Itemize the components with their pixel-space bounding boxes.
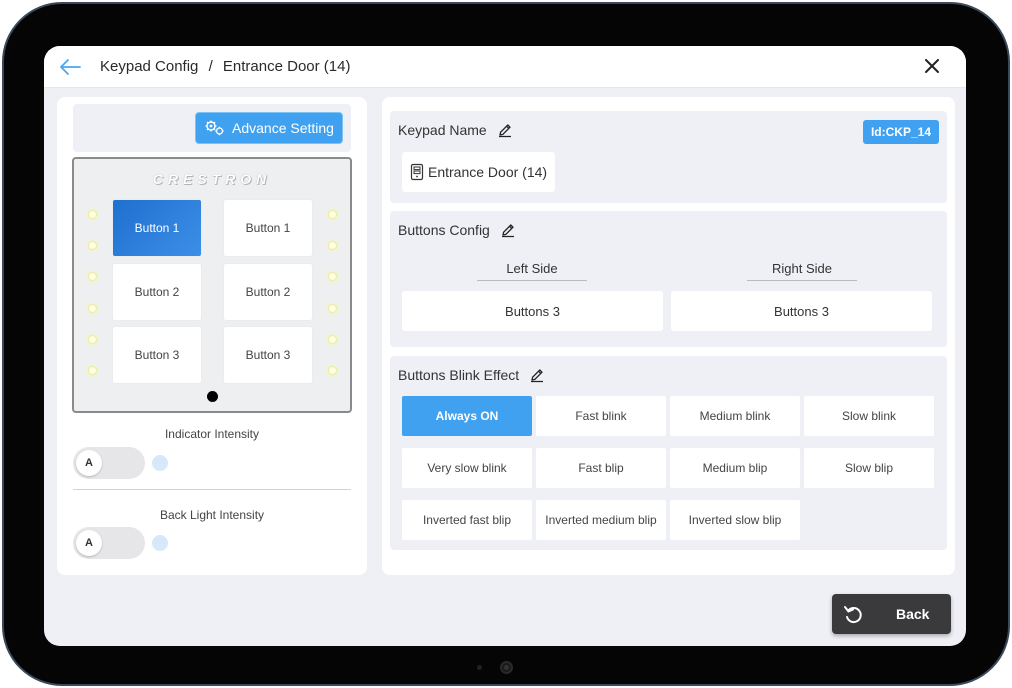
indicator-intensity-dot <box>152 455 168 471</box>
blink-option-inverted-fast-blip[interactable]: Inverted fast blip <box>402 500 532 540</box>
led-indicator <box>328 335 337 344</box>
backlight-intensity-toggle[interactable]: A <box>73 527 145 559</box>
keypad-name-value: Entrance Door (14) <box>428 164 548 180</box>
breadcrumb-separator: / <box>208 58 213 75</box>
keypad-brand: CRESTRON <box>152 171 272 187</box>
right-side-label: Right Side <box>747 261 857 281</box>
keypad-button-left-1[interactable]: Button 1 <box>113 200 201 256</box>
edit-pencil-icon[interactable] <box>497 122 513 138</box>
right-side-buttons-select[interactable]: Buttons 3 <box>671 291 932 331</box>
led-indicator <box>328 241 337 250</box>
keypad-button-left-2[interactable]: Button 2 <box>113 264 201 320</box>
blink-effect-title: Buttons Blink Effect <box>398 367 520 383</box>
keypad-id-badge: Id:CKP_14 <box>862 120 939 144</box>
led-indicator <box>88 272 97 281</box>
keypad-preview-panel: Advance Setting CRESTRON Button 1 Button… <box>57 97 367 575</box>
sensor-dot <box>477 665 482 670</box>
keypad-name-title: Keypad Name <box>398 122 487 138</box>
indicator-toggle-knob: A <box>76 450 102 476</box>
left-side-label: Left Side <box>477 261 587 281</box>
keypad-name-field: Entrance Door (14) <box>402 152 556 192</box>
undo-icon <box>844 606 862 624</box>
keypad-button-left-3[interactable]: Button 3 <box>113 327 201 383</box>
led-indicator <box>88 241 97 250</box>
gears-icon <box>205 120 224 136</box>
buttons-config-section: Buttons Config Left Side Right Side Butt… <box>390 211 947 347</box>
led-indicator <box>88 366 97 375</box>
indicator-intensity-label: Indicator Intensity <box>164 427 260 441</box>
led-indicator <box>328 304 337 313</box>
breadcrumb-parent[interactable]: Keypad Config <box>100 58 198 75</box>
blink-option-slow-blink[interactable]: Slow blink <box>804 396 934 436</box>
blink-option-inverted-medium-blip[interactable]: Inverted medium blip <box>536 500 666 540</box>
breadcrumb-current: Entrance Door (14) <box>222 58 351 75</box>
keypad-device-icon <box>410 163 424 181</box>
breadcrumb: Keypad Config / Entrance Door (14) <box>100 58 350 75</box>
camera-lens <box>500 661 513 674</box>
keypad-button-right-1[interactable]: Button 1 <box>224 200 312 256</box>
blink-option-slow-blip[interactable]: Slow blip <box>804 448 934 488</box>
blink-option-always-on[interactable]: Always ON <box>402 396 532 436</box>
indicator-intensity-toggle[interactable]: A <box>73 447 145 479</box>
blink-option-inverted-slow-blip[interactable]: Inverted slow blip <box>670 500 800 540</box>
blink-effect-section: Buttons Blink Effect Always ON Fast blin… <box>390 356 947 550</box>
keypad-sensor-dot <box>207 391 218 402</box>
buttons-config-title: Buttons Config <box>398 222 490 238</box>
blink-option-fast-blink[interactable]: Fast blink <box>536 396 666 436</box>
led-indicator <box>88 210 97 219</box>
edit-pencil-icon[interactable] <box>500 222 516 238</box>
backlight-intensity-dot <box>152 535 168 551</box>
keypad-button-right-3[interactable]: Button 3 <box>224 327 312 383</box>
divider <box>73 489 351 490</box>
advance-setting-bar: Advance Setting <box>73 104 351 152</box>
back-button[interactable]: Back <box>832 594 951 634</box>
config-panel: Keypad Name Id:CKP_14 Entrance Door (14)… <box>382 97 955 575</box>
keypad-device: CRESTRON Button 1 Button 1 Button 2 Butt… <box>72 157 352 413</box>
led-indicator <box>328 272 337 281</box>
close-icon[interactable] <box>922 56 942 76</box>
led-indicator <box>328 366 337 375</box>
back-arrow-icon[interactable] <box>58 56 82 78</box>
backlight-toggle-knob: A <box>76 530 102 556</box>
keypad-name-title-row: Keypad Name <box>398 122 513 138</box>
app-screen: Keypad Config / Entrance Door (14) Advan… <box>44 46 966 646</box>
blink-effect-title-row: Buttons Blink Effect <box>398 367 545 383</box>
buttons-config-title-row: Buttons Config <box>398 222 516 238</box>
led-indicator <box>328 210 337 219</box>
top-bar: Keypad Config / Entrance Door (14) <box>44 46 966 88</box>
advance-setting-button[interactable]: Advance Setting <box>195 112 343 144</box>
led-indicator <box>88 304 97 313</box>
left-side-buttons-select[interactable]: Buttons 3 <box>402 291 663 331</box>
keypad-button-right-2[interactable]: Button 2 <box>224 264 312 320</box>
led-indicator <box>88 335 97 344</box>
keypad-name-section: Keypad Name Id:CKP_14 Entrance Door (14) <box>390 111 947 203</box>
edit-pencil-icon[interactable] <box>529 367 545 383</box>
blink-option-medium-blink[interactable]: Medium blink <box>670 396 800 436</box>
blink-option-fast-blip[interactable]: Fast blip <box>536 448 666 488</box>
advance-setting-label: Advance Setting <box>232 120 334 136</box>
back-button-label: Back <box>896 606 930 622</box>
blink-option-very-slow-blink[interactable]: Very slow blink <box>402 448 532 488</box>
backlight-intensity-label: Back Light Intensity <box>159 508 265 522</box>
blink-option-medium-blip[interactable]: Medium blip <box>670 448 800 488</box>
